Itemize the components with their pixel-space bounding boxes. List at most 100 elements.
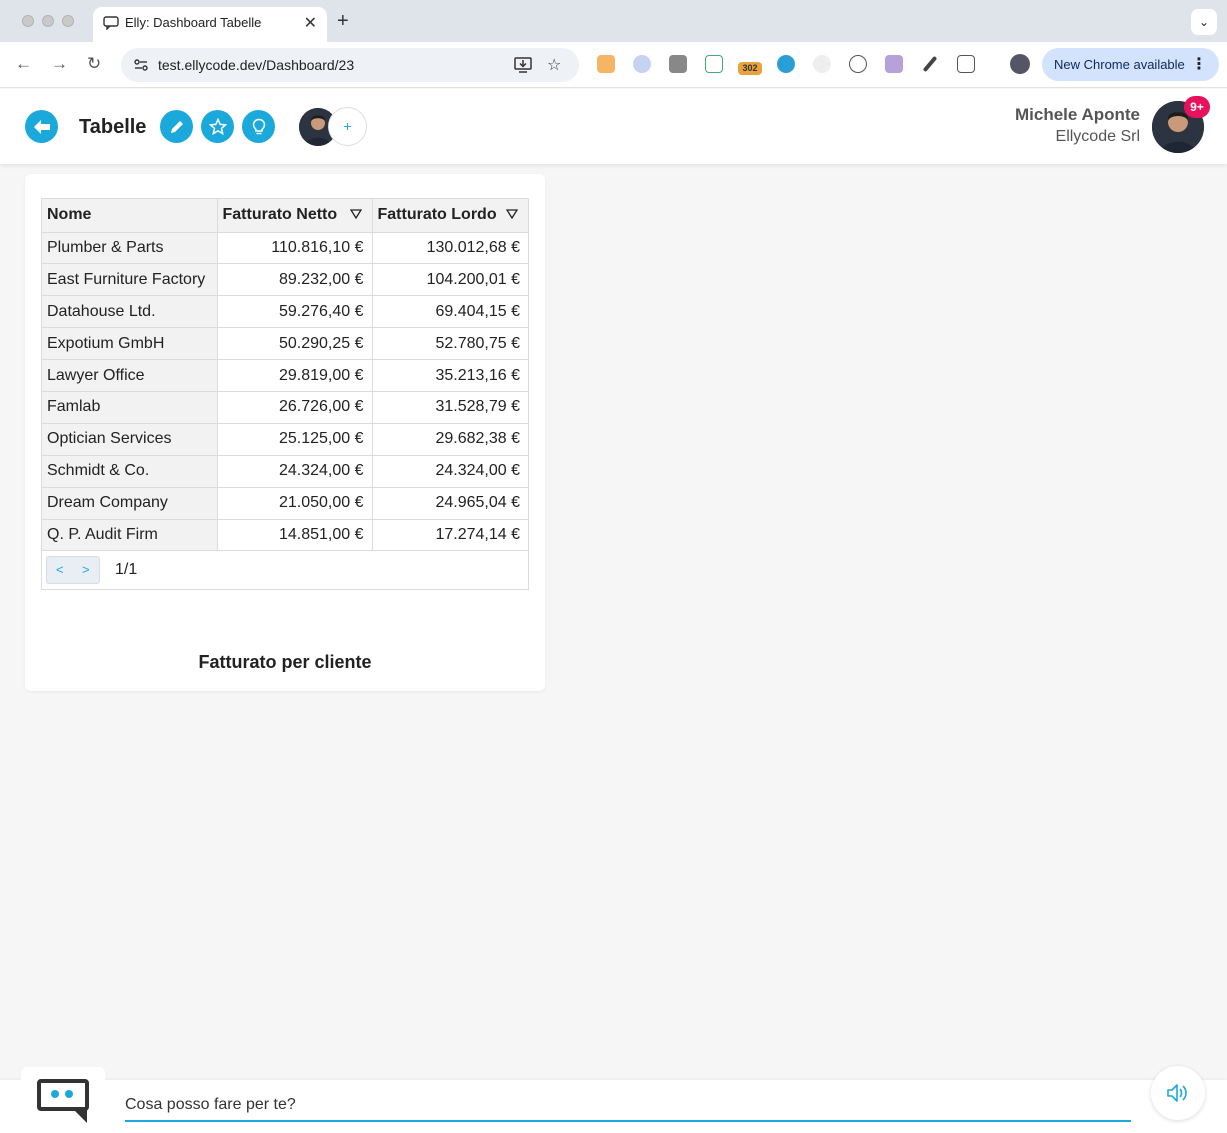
- forward-arrow-icon[interactable]: →: [51, 54, 68, 74]
- table-row[interactable]: Optician Services 25.125,00 €29.682,38 €: [42, 423, 528, 456]
- user-name: Michele Aponte: [1015, 105, 1140, 124]
- chat-bot-icon: [37, 1079, 89, 1123]
- update-label: New Chrome available: [1054, 57, 1185, 72]
- browser-toolbar: ← → ↻ test.ellycode.dev/Dashboard/23 ☆ 3…: [0, 42, 1227, 88]
- profile-avatar-icon[interactable]: [1010, 54, 1030, 74]
- window-close-button[interactable]: [22, 15, 34, 27]
- column-header-fatturato-netto[interactable]: Fatturato Netto: [217, 199, 373, 233]
- cell-netto: 89.232,00 €: [217, 263, 373, 297]
- cell-lordo: 24.965,04 €: [372, 487, 528, 520]
- bookmark-star-icon[interactable]: ☆: [547, 55, 561, 75]
- extension-icon-7[interactable]: [813, 55, 831, 73]
- cell-lordo: 130.012,68 €: [372, 232, 528, 265]
- window-zoom-button[interactable]: [62, 15, 74, 27]
- cell-nome: Optician Services: [42, 423, 218, 456]
- site-settings-icon[interactable]: [133, 57, 149, 73]
- cell-netto: 25.125,00 €: [217, 423, 373, 456]
- elly-chat-logo[interactable]: [21, 1067, 105, 1133]
- pencil-icon: [170, 120, 183, 133]
- address-bar[interactable]: test.ellycode.dev/Dashboard/23 ☆: [121, 48, 579, 82]
- cell-netto: 50.290,25 €: [217, 327, 373, 361]
- flask-icon[interactable]: [885, 55, 903, 73]
- table-row[interactable]: Famlab 26.726,00 €31.528,79 €: [42, 391, 528, 424]
- cell-nome: Expotium GmbH: [42, 327, 218, 361]
- cell-lordo: 52.780,75 €: [372, 327, 528, 361]
- cell-netto: 59.276,40 €: [217, 295, 373, 329]
- pager-buttons: < >: [46, 556, 100, 585]
- extension-icon-2[interactable]: [633, 55, 651, 73]
- reload-icon[interactable]: ↻: [87, 54, 101, 74]
- cell-netto: 14.851,00 €: [217, 519, 373, 552]
- cell-netto: 21.050,00 €: [217, 487, 373, 520]
- extension-icon-4[interactable]: [705, 55, 723, 73]
- prev-page-button[interactable]: <: [56, 562, 64, 577]
- table-header-row: Nome Fatturato Netto Fatturato Lordo: [42, 199, 528, 233]
- url-text: test.ellycode.dev/Dashboard/23: [158, 57, 355, 73]
- eyedropper-icon[interactable]: [922, 55, 938, 73]
- tab-title: Elly: Dashboard Tabelle: [125, 15, 262, 30]
- cell-lordo: 24.324,00 €: [372, 455, 528, 488]
- speaker-button[interactable]: [1151, 1066, 1205, 1120]
- table-row[interactable]: East Furniture Factory 89.232,00 €104.200…: [42, 263, 528, 297]
- extension-icon-8[interactable]: [849, 55, 867, 73]
- add-user-button[interactable]: +: [328, 107, 367, 146]
- cell-netto: 29.819,00 €: [217, 359, 373, 392]
- cell-nome: Schmidt & Co.: [42, 455, 218, 488]
- cell-nome: Famlab: [42, 391, 218, 424]
- app-header: Tabelle + Michele Aponte Ellycode Srl 9+: [0, 89, 1227, 164]
- new-tab-button[interactable]: +: [337, 10, 349, 33]
- star-icon: [208, 117, 227, 135]
- cell-netto: 26.726,00 €: [217, 391, 373, 424]
- extension-icon-3[interactable]: [669, 55, 687, 73]
- puzzle-icon[interactable]: [957, 55, 975, 73]
- window-minimize-button[interactable]: [42, 15, 54, 27]
- table-card: Nome Fatturato Netto Fatturato Lordo Plu…: [25, 174, 545, 691]
- cell-nome: Plumber & Parts: [42, 232, 218, 265]
- table-row[interactable]: Datahouse Ltd. 59.276,40 €69.404,15 €: [42, 295, 528, 329]
- cell-lordo: 17.274,14 €: [372, 519, 528, 552]
- pagination: < > 1/1: [42, 551, 528, 589]
- cell-netto: 110.816,10 €: [217, 232, 373, 265]
- page-title: Tabelle: [79, 116, 147, 138]
- filter-triangle-icon[interactable]: [349, 209, 362, 219]
- notification-badge[interactable]: 9+: [1184, 96, 1210, 118]
- lightbulb-icon: [252, 118, 265, 134]
- chat-input[interactable]: [125, 1090, 1131, 1122]
- arrow-left-icon: [33, 119, 50, 134]
- install-app-icon[interactable]: [514, 57, 532, 73]
- cell-lordo: 35.213,16 €: [372, 359, 528, 392]
- cell-lordo: 29.682,38 €: [372, 423, 528, 456]
- filter-triangle-icon[interactable]: [506, 209, 518, 219]
- revenue-table: Nome Fatturato Netto Fatturato Lordo Plu…: [42, 199, 528, 552]
- insights-button[interactable]: [242, 110, 275, 143]
- column-header-nome[interactable]: Nome: [42, 199, 218, 233]
- cell-nome: Q. P. Audit Firm: [42, 519, 218, 552]
- table-row[interactable]: Q. P. Audit Firm 14.851,00 €17.274,14 €: [42, 519, 528, 552]
- extension-icon-302[interactable]: 302: [738, 62, 762, 75]
- kebab-menu-icon[interactable]: ⋮: [1191, 54, 1207, 74]
- back-button[interactable]: [25, 110, 58, 143]
- extension-icon-1[interactable]: [597, 55, 615, 73]
- browser-tab[interactable]: Elly: Dashboard Tabelle ✕: [93, 7, 327, 42]
- table-row[interactable]: Lawyer Office 29.819,00 €35.213,16 €: [42, 359, 528, 392]
- next-page-button[interactable]: >: [82, 562, 90, 577]
- favorite-button[interactable]: [201, 110, 234, 143]
- speaker-icon: [1167, 1084, 1187, 1102]
- table-row[interactable]: Schmidt & Co. 24.324,00 €24.324,00 €: [42, 455, 528, 488]
- cell-lordo: 69.404,15 €: [372, 295, 528, 329]
- edit-button[interactable]: [160, 110, 193, 143]
- browser-tab-bar: Elly: Dashboard Tabelle ✕ + ⌄: [0, 0, 1227, 42]
- table-row[interactable]: Dream Company 21.050,00 €24.965,04 €: [42, 487, 528, 520]
- chrome-update-button[interactable]: New Chrome available ⋮: [1042, 48, 1219, 81]
- cell-lordo: 31.528,79 €: [372, 391, 528, 424]
- data-grid: Nome Fatturato Netto Fatturato Lordo Plu…: [41, 198, 529, 591]
- back-arrow-icon[interactable]: ←: [15, 54, 32, 74]
- table-row[interactable]: Expotium GmbH 50.290,25 €52.780,75 €: [42, 327, 528, 361]
- tab-search-button[interactable]: ⌄: [1191, 9, 1217, 35]
- column-header-fatturato-lordo[interactable]: Fatturato Lordo: [372, 199, 528, 233]
- close-tab-icon[interactable]: ✕: [304, 13, 317, 33]
- page-indicator: 1/1: [115, 561, 138, 579]
- table-row[interactable]: Plumber & Parts 110.816,10 €130.012,68 €: [42, 232, 528, 265]
- chat-bubble-icon: [103, 16, 119, 30]
- extension-icon-6[interactable]: [777, 55, 795, 73]
